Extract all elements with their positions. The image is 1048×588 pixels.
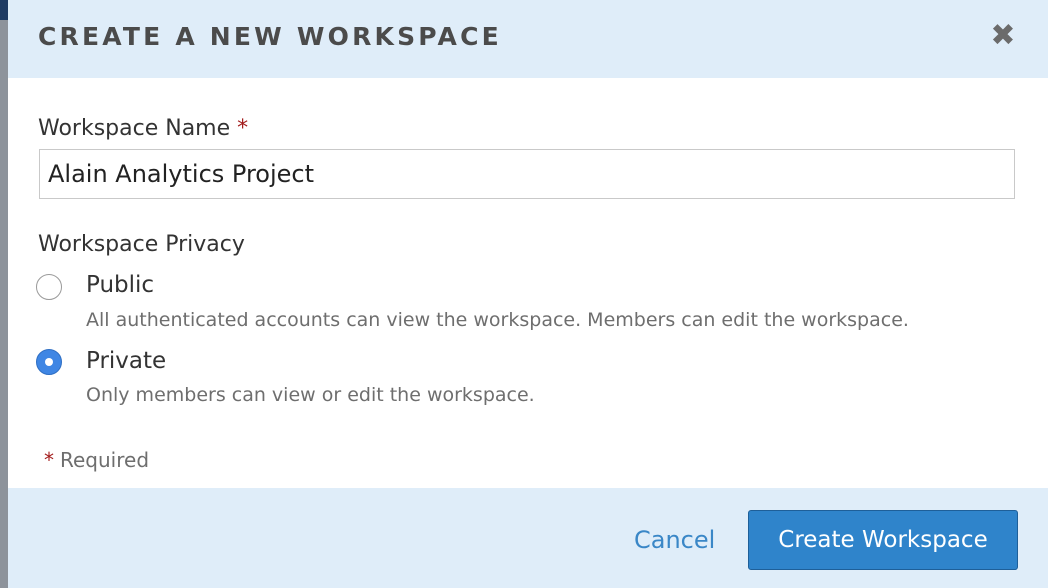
workspace-name-input[interactable] xyxy=(39,149,1015,199)
required-note-star: * xyxy=(44,448,54,472)
create-workspace-dialog: CREATE A NEW WORKSPACE ✖ Workspace Name … xyxy=(8,0,1048,588)
private-radio[interactable] xyxy=(36,349,62,375)
required-star: * xyxy=(237,116,249,141)
dialog-footer: Cancel Create Workspace xyxy=(8,488,1048,588)
workspace-privacy-label: Workspace Privacy xyxy=(38,232,245,257)
cancel-button[interactable]: Cancel xyxy=(634,526,715,554)
workspace-name-label: Workspace Name * xyxy=(38,116,248,141)
public-radio[interactable] xyxy=(36,274,62,300)
public-option-description: All authenticated accounts can view the … xyxy=(86,309,909,331)
close-icon[interactable]: ✖ xyxy=(986,18,1020,53)
private-option-description: Only members can view or edit the worksp… xyxy=(86,384,535,406)
public-option-label[interactable]: Public xyxy=(86,272,154,298)
dialog-header: CREATE A NEW WORKSPACE ✖ xyxy=(8,0,1048,78)
required-note: * Required xyxy=(44,448,149,472)
private-option-label[interactable]: Private xyxy=(86,348,166,374)
create-workspace-button[interactable]: Create Workspace xyxy=(748,510,1018,570)
required-note-text: Required xyxy=(60,448,150,472)
radio-selected-dot xyxy=(45,358,53,366)
dialog-title: CREATE A NEW WORKSPACE xyxy=(38,22,502,51)
workspace-name-label-text: Workspace Name xyxy=(38,116,231,141)
backdrop xyxy=(0,0,8,20)
